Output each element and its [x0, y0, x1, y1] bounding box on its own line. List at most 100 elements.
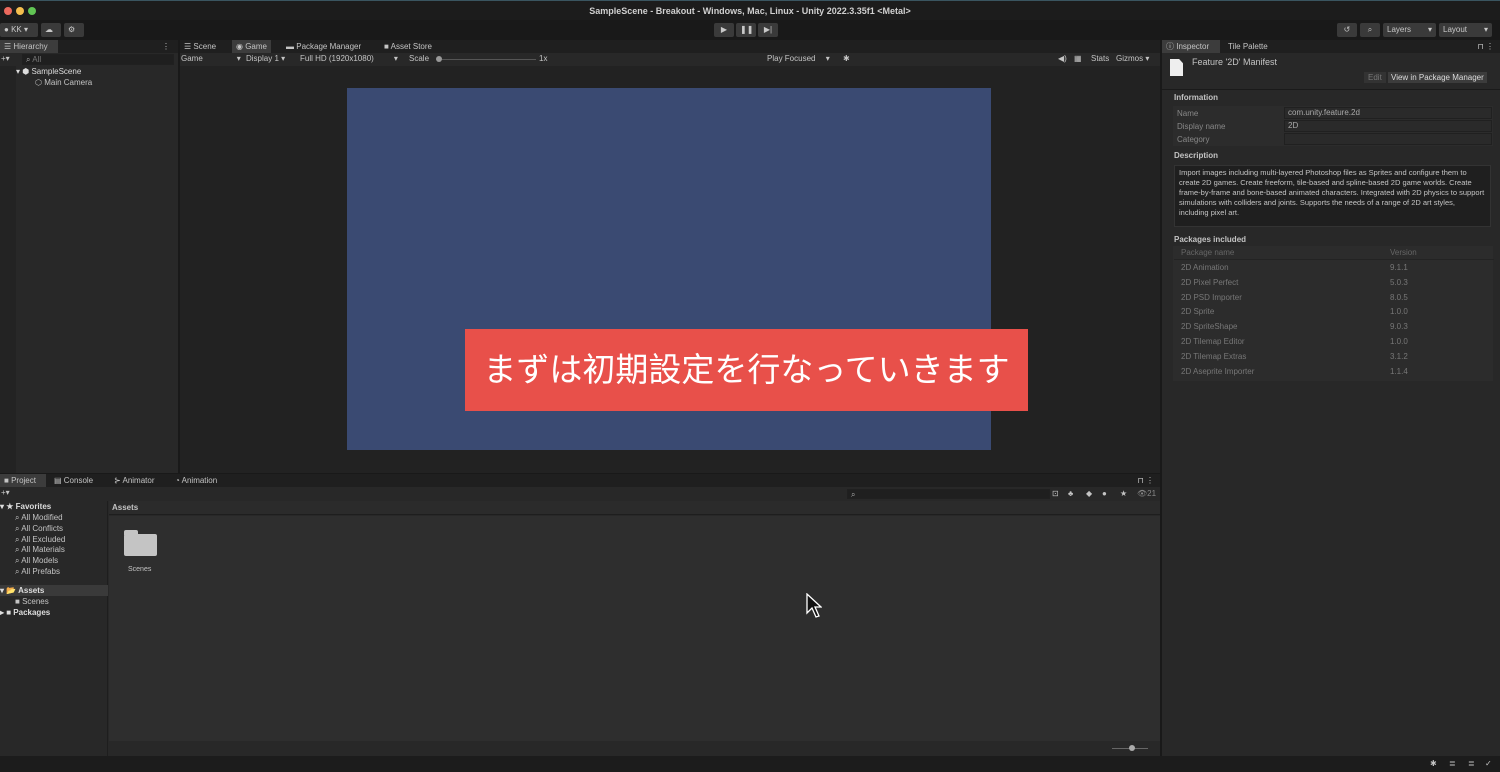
hierarchy-panel: ☰ Hierarchy ⋮ +▾ ⌕ All ▾ ⬢ SampleScene ⬡… — [0, 40, 178, 473]
favorite-item[interactable]: ⌕ All Models — [15, 556, 58, 566]
favorite-label: All Models — [21, 556, 59, 566]
layout-label: Layout — [1443, 25, 1468, 34]
package-version: 1.0.0 — [1390, 307, 1408, 317]
display-dropdown[interactable]: Display 1 ▾ — [246, 53, 285, 65]
layers-dropdown[interactable]: Layers ▾ — [1383, 23, 1436, 37]
list-item[interactable]: ⬡ Main Camera — [35, 78, 92, 87]
folder-label: Assets — [18, 586, 45, 595]
file-icon — [1170, 59, 1183, 76]
favorite-label: All Materials — [21, 545, 65, 555]
tab-label: Tile Palette — [1228, 42, 1268, 51]
lock-icon[interactable]: ⊓ ⋮ — [1138, 476, 1154, 485]
favorite-label: All Modified — [21, 513, 63, 522]
more-icon[interactable]: ⋮ — [162, 42, 170, 51]
package-version: 3.1.2 — [1390, 351, 1408, 361]
cloud-icon[interactable]: ☁ — [41, 23, 61, 37]
display-name-field[interactable]: 2D — [1284, 120, 1492, 132]
tab-animator[interactable]: ⊱ Animator — [110, 474, 159, 487]
tab-asset-store[interactable]: ■ Asset Store — [380, 40, 436, 53]
table-row[interactable]: 2D Animation 9.1.1 — [1174, 261, 1494, 275]
field-label: Category — [1177, 135, 1210, 144]
view-in-package-manager-button[interactable]: View in Package Manager — [1388, 72, 1487, 83]
hierarchy-search[interactable]: ⌕ All — [22, 54, 174, 65]
resolution-dropdown[interactable]: Full HD (1920x1080) ▾ — [300, 53, 398, 65]
scale-slider[interactable] — [442, 59, 536, 60]
package-version: 8.0.5 — [1390, 292, 1408, 302]
search-icon[interactable]: ⌕ — [1360, 23, 1380, 37]
table-row[interactable]: 2D Pixel Perfect 5.0.3 — [1174, 276, 1494, 290]
warning-icon[interactable]: ● — [1102, 489, 1107, 498]
tab-console[interactable]: ▤ Console — [50, 474, 97, 487]
play-mode-dropdown[interactable]: Play Focused ▾ — [767, 53, 830, 65]
tab-hierarchy[interactable]: ☰ Hierarchy — [0, 40, 58, 53]
scenes-folder[interactable]: ■ Scenes — [15, 597, 49, 606]
edit-button[interactable]: Edit — [1364, 72, 1386, 83]
search-by-type-icon[interactable]: ⊡ — [1052, 489, 1059, 498]
tab-label: Game — [245, 42, 267, 51]
table-row[interactable]: 2D Sprite 1.0.0 — [1174, 305, 1494, 319]
hidden-packages-count[interactable]: 👁21 — [1137, 489, 1156, 498]
tab-label: Hierarchy — [13, 42, 48, 51]
bug-icon[interactable]: ✱ — [843, 53, 850, 65]
project-search[interactable]: ⌕ — [847, 489, 1050, 499]
account-dropdown[interactable]: ● KK ▾ — [0, 23, 38, 37]
breadcrumb-assets[interactable]: Assets — [112, 503, 138, 512]
progress-icon[interactable]: ≣ — [1468, 759, 1475, 768]
table-row[interactable]: 2D Aseprite Importer 1.1.4 — [1174, 365, 1494, 379]
favorite-item[interactable]: ⌕ All Excluded — [15, 535, 65, 545]
column-header: Version — [1390, 248, 1417, 257]
favorite-icon[interactable]: ★ — [1120, 489, 1127, 498]
favorites-folder[interactable]: ▾ ★ Favorites — [0, 502, 51, 511]
add-button[interactable]: +▾ — [1, 54, 10, 63]
play-button[interactable]: ▶ — [714, 23, 734, 37]
favorite-item[interactable]: ⌕ All Materials — [15, 545, 65, 555]
step-button[interactable]: ▶| — [758, 23, 778, 37]
scene-item[interactable]: ▾ ⬢ SampleScene — [16, 67, 81, 76]
label-icon[interactable]: ◆ — [1086, 489, 1092, 498]
create-button[interactable]: +▾ — [1, 488, 10, 497]
keyboard-icon[interactable]: ▦ — [1074, 53, 1082, 65]
description-text: Import images including multi-layered Ph… — [1174, 165, 1491, 227]
asset-label: Scenes — [128, 566, 152, 573]
settings-icon[interactable]: ⚙ — [64, 23, 84, 37]
table-row[interactable]: 2D SpriteShape 9.0.3 — [1174, 320, 1494, 334]
table-row[interactable]: 2D PSD Importer 8.0.5 — [1174, 291, 1494, 305]
tab-package-manager[interactable]: ▬ Package Manager — [282, 40, 365, 53]
check-icon[interactable]: ✓ — [1485, 759, 1492, 768]
table-row[interactable]: 2D Tilemap Extras 3.1.2 — [1174, 350, 1494, 364]
stack-icon[interactable]: ≣ — [1449, 759, 1456, 768]
mute-audio-icon[interactable]: ◀) — [1058, 53, 1067, 65]
assets-folder[interactable]: ▾ 📂 Assets — [0, 586, 44, 595]
folder-label: Favorites — [15, 502, 52, 511]
slider-handle[interactable] — [1129, 745, 1135, 751]
tab-inspector[interactable]: ⓘ Inspector — [1162, 40, 1220, 53]
debug-icon[interactable]: ✱ — [1430, 759, 1437, 768]
packages-folder[interactable]: ▸ ■ Packages — [0, 608, 50, 617]
mode-dropdown[interactable]: Game ▾ — [181, 53, 241, 65]
favorite-item[interactable]: ⌕ All Modified — [15, 513, 63, 523]
category-field[interactable] — [1284, 133, 1492, 145]
name-field[interactable]: com.unity.feature.2d — [1284, 107, 1492, 119]
pause-button[interactable]: ❚❚ — [736, 23, 756, 37]
layout-dropdown[interactable]: Layout ▾ — [1439, 23, 1492, 37]
history-icon[interactable]: ↺ — [1337, 23, 1357, 37]
favorite-item[interactable]: ⌕ All Prefabs — [15, 567, 60, 577]
project-tree: ▾ ★ Favorites ⌕ All Modified ⌕ All Confli… — [0, 501, 108, 756]
favorite-item[interactable]: ⌕ All Conflicts — [15, 524, 63, 534]
lock-icon[interactable]: ⊓ ⋮ — [1478, 42, 1494, 51]
folder-icon[interactable] — [124, 530, 157, 556]
tab-label: Project — [11, 476, 36, 485]
tab-tile-palette[interactable]: Tile Palette — [1224, 40, 1272, 53]
package-name: 2D Animation — [1181, 263, 1229, 272]
package-name: 2D Sprite — [1181, 307, 1215, 317]
tab-scene[interactable]: ☰ Scene — [180, 40, 220, 53]
bottom-tabbar: ■ Project ▤ Console ⊱ Animator ◔ Animati… — [0, 474, 1160, 487]
tab-project[interactable]: ■ Project — [0, 474, 46, 487]
resolution-label: Full HD (1920x1080) — [300, 54, 374, 63]
tab-animation[interactable]: ◔ Animation — [171, 474, 221, 487]
filter-type-icon[interactable]: ♣ — [1068, 489, 1073, 498]
tab-game[interactable]: ◉ Game — [232, 40, 271, 53]
stats-button[interactable]: Stats — [1091, 53, 1109, 65]
table-row[interactable]: 2D Tilemap Editor 1.0.0 — [1174, 335, 1494, 349]
gizmos-button[interactable]: Gizmos ▾ — [1116, 53, 1149, 65]
